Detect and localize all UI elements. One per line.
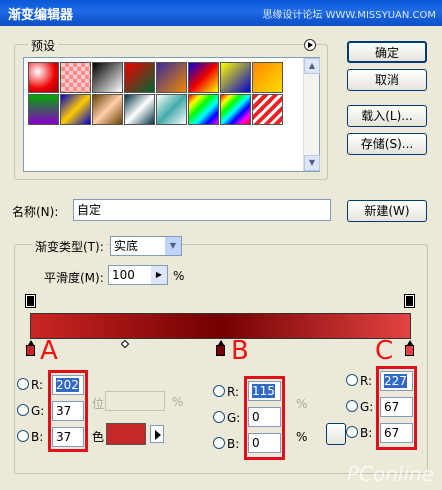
preset-swatch[interactable]: [156, 62, 187, 93]
marker-a: A: [40, 336, 58, 366]
preset-swatch[interactable]: [60, 94, 91, 125]
r-value-c: 227: [384, 374, 407, 388]
load-button[interactable]: 载入(L)...: [347, 105, 427, 127]
preset-swatch[interactable]: [252, 62, 283, 93]
preset-swatch[interactable]: [124, 62, 155, 93]
footer-watermark: PConline: [346, 462, 434, 486]
delete-button-partial[interactable]: [326, 423, 346, 445]
preset-swatch[interactable]: [28, 94, 59, 125]
b-input-a[interactable]: 37: [52, 427, 84, 447]
name-input[interactable]: 自定: [73, 199, 331, 221]
opacity-input-disabled: [105, 391, 165, 411]
window-title: 渐变编辑器: [8, 8, 74, 23]
preset-swatch[interactable]: [92, 62, 123, 93]
radio-g-b[interactable]: [213, 411, 225, 423]
ok-button[interactable]: 确定: [347, 41, 427, 63]
new-button[interactable]: 新建(W): [347, 200, 427, 222]
color-stop-a[interactable]: [26, 340, 35, 356]
g-input-a[interactable]: 37: [52, 401, 84, 421]
preset-swatch[interactable]: [156, 94, 187, 125]
radio-b-a[interactable]: [17, 430, 29, 442]
preset-swatch-list: ▲ ▼: [23, 57, 320, 172]
smoothness-unit: %: [173, 269, 185, 283]
presets-menu-icon[interactable]: [304, 39, 316, 51]
g-input-c[interactable]: 67: [380, 397, 413, 417]
r-label-c: R:: [360, 374, 373, 388]
opacity-stop-left[interactable]: [25, 294, 36, 308]
r-input-a[interactable]: 202: [52, 375, 84, 395]
radio-b-c[interactable]: [346, 426, 358, 438]
color-menu-arrow-icon[interactable]: [150, 425, 164, 443]
scroll-up-icon[interactable]: ▲: [304, 58, 320, 74]
scroll-down-icon[interactable]: ▼: [304, 155, 320, 171]
presets-label: 预设: [28, 37, 59, 54]
g-label-b: G:: [227, 411, 241, 425]
preset-swatch[interactable]: [220, 62, 251, 93]
preset-swatch[interactable]: [28, 62, 59, 93]
preset-swatch[interactable]: [124, 94, 155, 125]
preset-swatch[interactable]: [60, 62, 91, 93]
gradient-type-label: 渐变类型(T):: [32, 238, 107, 255]
radio-g-c[interactable]: [346, 400, 358, 412]
preset-swatch[interactable]: [220, 94, 251, 125]
title-bar: 渐变编辑器 思缘设计论坛 WWW.MISSYUAN.COM: [0, 0, 442, 26]
smoothness-arrow-icon[interactable]: ▶: [151, 266, 167, 284]
preset-swatch[interactable]: [188, 62, 219, 93]
preset-swatch[interactable]: [92, 94, 123, 125]
color-label-partial: 色: [92, 430, 105, 444]
loc-char-partial: 位: [92, 397, 105, 411]
g-input-b[interactable]: 0: [248, 407, 281, 427]
preset-swatch[interactable]: [252, 94, 283, 125]
r-label-a: R:: [31, 378, 44, 392]
preset-swatch[interactable]: [188, 94, 219, 125]
radio-g-a[interactable]: [17, 404, 29, 416]
color-stop-b[interactable]: [216, 340, 225, 356]
percent-label-2: %: [296, 397, 308, 411]
cancel-button[interactable]: 取消: [347, 69, 427, 91]
r-label-b: R:: [227, 385, 240, 399]
b-label-a: B:: [31, 430, 44, 444]
gradient-preview-bar[interactable]: [30, 313, 411, 339]
r-input-b[interactable]: 115: [248, 381, 281, 401]
chevron-down-icon[interactable]: ▼: [165, 237, 181, 255]
color-stop-c[interactable]: [405, 340, 414, 356]
b-label-b: B:: [227, 437, 240, 451]
smoothness-input[interactable]: 100 ▶: [108, 265, 168, 285]
g-label-a: G:: [31, 404, 45, 418]
g-label-c: G:: [360, 400, 374, 414]
radio-r-b[interactable]: [213, 385, 225, 397]
marker-b: B: [231, 336, 249, 366]
radio-r-a[interactable]: [17, 378, 29, 390]
preset-scrollbar[interactable]: ▲ ▼: [303, 58, 320, 171]
marker-c: C: [375, 336, 394, 366]
b-label-c: B:: [360, 426, 373, 440]
radio-r-c[interactable]: [346, 374, 358, 386]
r-value-b: 115: [252, 384, 275, 398]
save-button[interactable]: 存储(S)...: [347, 133, 427, 155]
r-value-a: 202: [56, 378, 79, 392]
name-label: 名称(N):: [12, 205, 59, 219]
gradient-type-value: 实底: [114, 239, 139, 253]
b-input-b[interactable]: 0: [248, 433, 281, 453]
b-input-c[interactable]: 67: [380, 423, 413, 443]
watermark-text: 思缘设计论坛 WWW.MISSYUAN.COM: [262, 10, 436, 21]
percent-label-3: %: [296, 430, 308, 444]
smoothness-value: 100: [112, 268, 135, 282]
percent-label-1: %: [172, 395, 184, 409]
stop-color-swatch[interactable]: [106, 423, 146, 445]
r-input-c[interactable]: 227: [380, 371, 413, 391]
gradient-type-select[interactable]: 实底 ▼: [110, 236, 182, 256]
opacity-stop-right[interactable]: [404, 294, 415, 308]
smoothness-label: 平滑度(M):: [44, 271, 104, 285]
radio-b-b[interactable]: [213, 437, 225, 449]
